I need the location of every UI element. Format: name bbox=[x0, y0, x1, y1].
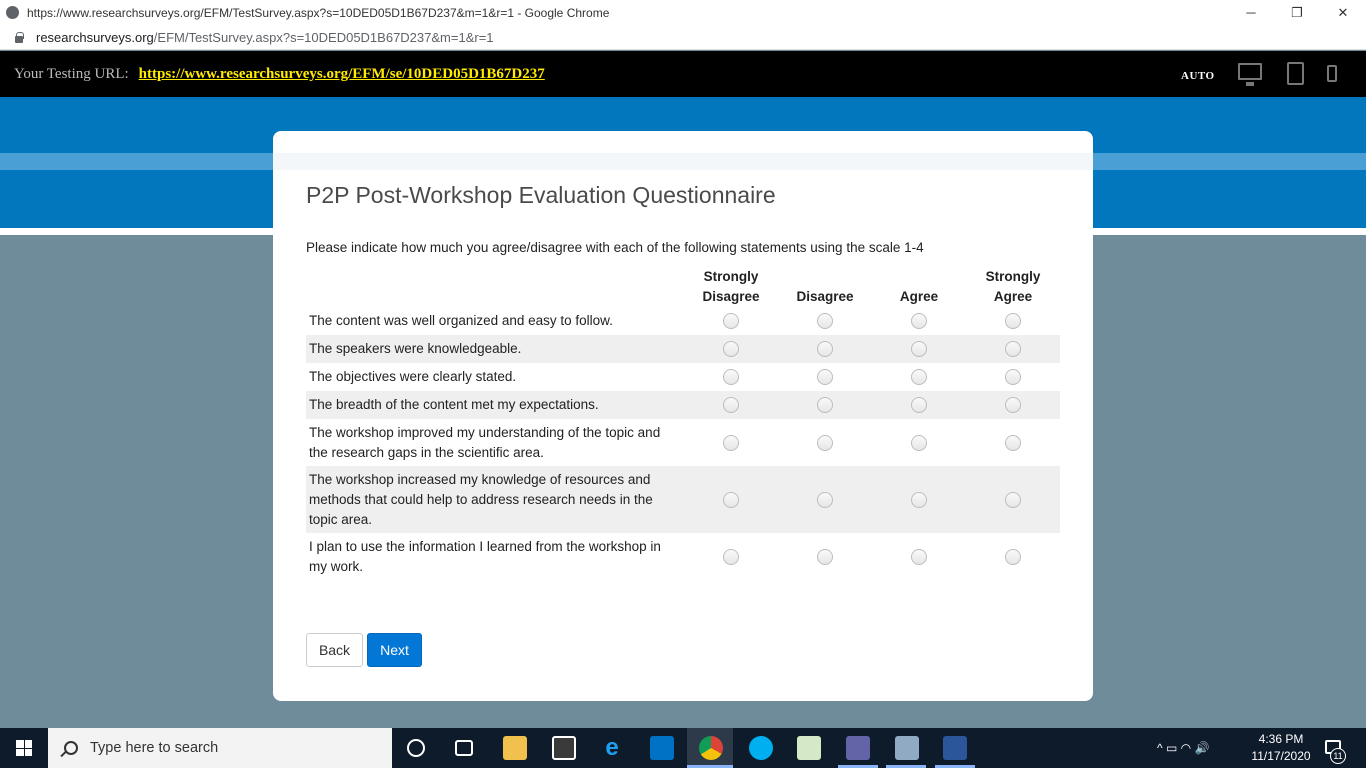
search-icon bbox=[64, 741, 78, 755]
matrix-row: The breadth of the content met my expect… bbox=[306, 391, 1060, 419]
phone-icon[interactable] bbox=[1327, 65, 1337, 82]
matrix-row: I plan to use the information I learned … bbox=[306, 533, 1060, 580]
radio-disagree[interactable] bbox=[817, 313, 833, 329]
survey-card: P2P Post-Workshop Evaluation Questionnai… bbox=[273, 131, 1093, 701]
matrix-header: Strongly Disagree Disagree Agree Strongl… bbox=[306, 267, 1060, 307]
statement-label: The content was well organized and easy … bbox=[309, 313, 613, 328]
matrix-row: The content was well organized and easy … bbox=[306, 307, 1060, 335]
matrix-row: The workshop increased my knowledge of r… bbox=[306, 466, 1060, 533]
desktop-icon[interactable] bbox=[1238, 63, 1262, 86]
back-button[interactable]: Back bbox=[306, 633, 363, 667]
teams-icon[interactable] bbox=[846, 736, 870, 760]
edge-icon[interactable]: e bbox=[600, 736, 624, 760]
radio-strongly-agree[interactable] bbox=[1005, 397, 1021, 413]
taskbar-clock[interactable]: 4:36 PM 11/17/2020 bbox=[1246, 731, 1316, 765]
radio-strongly-disagree[interactable] bbox=[723, 397, 739, 413]
windows-taskbar: Type here to search e ^ ▭ ◠ 🔊 4:36 PM 11… bbox=[0, 728, 1366, 768]
system-tray-icons[interactable]: ^ ▭ ◠ 🔊 bbox=[1157, 728, 1209, 768]
testing-url-bar: Your Testing URL: https://www.researchsu… bbox=[0, 51, 1366, 97]
survey-title: P2P Post-Workshop Evaluation Questionnai… bbox=[306, 182, 776, 208]
statement-label: The speakers were knowledgeable. bbox=[309, 341, 522, 356]
column-header-strongly-agree: Strongly Agree bbox=[985, 269, 1041, 304]
task-view-icon[interactable] bbox=[455, 740, 473, 756]
statement-label: The breadth of the content met my expect… bbox=[309, 397, 599, 412]
statement-label: The workshop improved my understanding o… bbox=[309, 424, 661, 460]
chrome-icon[interactable] bbox=[699, 736, 723, 760]
radio-agree[interactable] bbox=[911, 369, 927, 385]
next-button[interactable]: Next bbox=[367, 633, 422, 667]
radio-agree[interactable] bbox=[911, 397, 927, 413]
word-icon[interactable] bbox=[943, 736, 967, 760]
radio-agree[interactable] bbox=[911, 491, 927, 508]
radio-disagree[interactable] bbox=[817, 341, 833, 357]
radio-strongly-disagree[interactable] bbox=[723, 548, 739, 565]
matrix-row: The objectives were clearly stated. bbox=[306, 363, 1060, 391]
matrix-row: The workshop improved my understanding o… bbox=[306, 419, 1060, 466]
taskbar-search-box[interactable]: Type here to search bbox=[48, 728, 392, 768]
radio-agree[interactable] bbox=[911, 313, 927, 329]
notes-icon[interactable] bbox=[797, 736, 821, 760]
store-icon[interactable] bbox=[552, 736, 576, 760]
radio-strongly-disagree[interactable] bbox=[723, 434, 739, 451]
testing-url-link[interactable]: https://www.researchsurveys.org/EFM/se/1… bbox=[139, 66, 545, 83]
radio-strongly-disagree[interactable] bbox=[723, 341, 739, 357]
address-bar[interactable]: researchsurveys.org/EFM/TestSurvey.aspx?… bbox=[0, 25, 1366, 50]
radio-strongly-agree[interactable] bbox=[1005, 491, 1021, 508]
radio-agree[interactable] bbox=[911, 341, 927, 357]
tablet-icon[interactable] bbox=[1287, 62, 1304, 85]
rating-matrix: Strongly Disagree Disagree Agree Strongl… bbox=[306, 267, 1060, 580]
close-button[interactable]: ✕ bbox=[1320, 0, 1366, 25]
file-explorer-icon[interactable] bbox=[503, 736, 527, 760]
card-strip bbox=[273, 153, 1093, 170]
radio-disagree[interactable] bbox=[817, 369, 833, 385]
matrix-row: The speakers were knowledgeable. bbox=[306, 335, 1060, 363]
restore-button[interactable]: ❐ bbox=[1274, 0, 1320, 25]
cortana-icon[interactable] bbox=[407, 739, 425, 757]
radio-agree[interactable] bbox=[911, 434, 927, 451]
statement-label: The workshop increased my knowledge of r… bbox=[309, 471, 653, 527]
search-placeholder: Type here to search bbox=[90, 740, 219, 756]
notification-count-badge: 11 bbox=[1330, 748, 1346, 764]
testing-url-label: Your Testing URL: bbox=[14, 65, 129, 82]
column-header-disagree: Disagree bbox=[796, 289, 854, 304]
address-path: /EFM/TestSurvey.aspx?s=10DED05D1B67D237&… bbox=[153, 29, 494, 45]
start-button[interactable] bbox=[0, 728, 48, 768]
minimize-button[interactable]: ─ bbox=[1228, 0, 1274, 25]
auto-view-button[interactable]: AUTO bbox=[1181, 70, 1215, 82]
radio-disagree[interactable] bbox=[817, 491, 833, 508]
network-app-icon[interactable] bbox=[895, 736, 919, 760]
clock-time: 4:36 PM bbox=[1258, 732, 1304, 746]
radio-strongly-agree[interactable] bbox=[1005, 313, 1021, 329]
skype-icon[interactable] bbox=[749, 736, 773, 760]
outlook-icon[interactable] bbox=[650, 736, 674, 760]
windows-logo-icon bbox=[16, 740, 32, 756]
column-header-strongly-disagree: Strongly Disagree bbox=[702, 269, 760, 304]
lock-icon bbox=[14, 31, 24, 43]
browser-title-bar: https://www.researchsurveys.org/EFM/Test… bbox=[0, 0, 1366, 25]
clock-date: 11/17/2020 bbox=[1251, 749, 1311, 763]
window-title: https://www.researchsurveys.org/EFM/Test… bbox=[27, 5, 610, 20]
radio-disagree[interactable] bbox=[817, 397, 833, 413]
radio-strongly-disagree[interactable] bbox=[723, 369, 739, 385]
radio-strongly-disagree[interactable] bbox=[723, 313, 739, 329]
radio-agree[interactable] bbox=[911, 548, 927, 565]
radio-strongly-agree[interactable] bbox=[1005, 369, 1021, 385]
radio-strongly-disagree[interactable] bbox=[723, 491, 739, 508]
survey-instruction: Please indicate how much you agree/disag… bbox=[306, 240, 924, 255]
radio-disagree[interactable] bbox=[817, 434, 833, 451]
radio-strongly-agree[interactable] bbox=[1005, 434, 1021, 451]
column-header-agree: Agree bbox=[899, 289, 939, 304]
address-domain: researchsurveys.org bbox=[36, 29, 154, 45]
radio-strongly-agree[interactable] bbox=[1005, 548, 1021, 565]
statement-label: I plan to use the information I learned … bbox=[309, 538, 661, 574]
site-globe-icon bbox=[6, 6, 19, 19]
radio-disagree[interactable] bbox=[817, 548, 833, 565]
statement-label: The objectives were clearly stated. bbox=[309, 369, 517, 384]
radio-strongly-agree[interactable] bbox=[1005, 341, 1021, 357]
